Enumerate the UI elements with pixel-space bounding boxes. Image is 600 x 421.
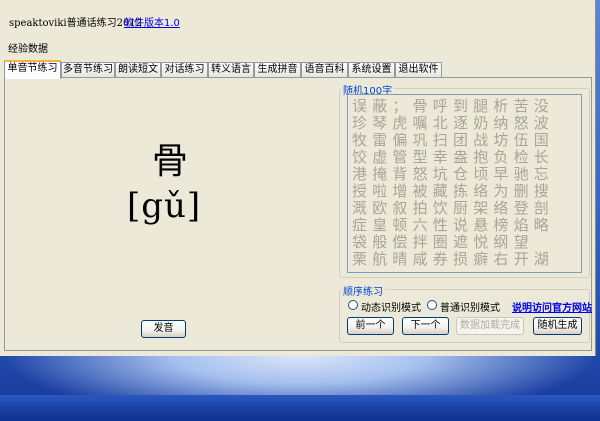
- speak-button[interactable]: 发音: [141, 320, 186, 338]
- menu-bar: 经验数据: [0, 34, 595, 56]
- version-link[interactable]: 软件版本1.0: [124, 14, 180, 29]
- character-row: 栗航晴咸券损癖右开湖: [352, 250, 555, 268]
- tab-strip: 单音节练习 多音节练习 朗读短文 对话练习 转义语言 生成拼音 语音百科 系统设…: [4, 60, 592, 79]
- random-generate-button[interactable]: 随机生成: [533, 317, 582, 335]
- previous-button[interactable]: 前一个: [347, 317, 394, 335]
- character-row: 珍琴虎嘱北逐奶纳怒波: [352, 114, 555, 132]
- tab-settings[interactable]: 系统设置: [348, 62, 395, 77]
- menu-item-experience-data[interactable]: 经验数据: [8, 40, 48, 55]
- character-row: 误蔽；骨呼到腿析苦没: [352, 97, 555, 115]
- next-button[interactable]: 下一个: [402, 317, 449, 335]
- tab-generate-pinyin[interactable]: 生成拼音: [254, 62, 301, 77]
- title-bar: speaktoviki普通话练习2012 软件版本1.0: [0, 0, 595, 34]
- tab-translate[interactable]: 转义语言: [208, 62, 254, 77]
- tab-read-aloud[interactable]: 朗读短文: [115, 62, 161, 77]
- practice-pinyin: [gǔ]: [127, 186, 202, 226]
- tab-multi-syllable[interactable]: 多音节练习: [61, 62, 115, 77]
- tab-dialogue[interactable]: 对话练习: [161, 62, 208, 77]
- normal-mode-label[interactable]: 普通识别模式: [440, 299, 500, 314]
- character-row: 症皇顿六性说悬榜焰略: [352, 216, 555, 234]
- main-window: speaktoviki普通话练习2012 软件版本1.0 经验数据 单音节练习 …: [0, 0, 596, 356]
- desktop-taskbar-area: [0, 395, 600, 421]
- official-site-link[interactable]: 说明访问官方网站: [512, 299, 592, 314]
- practice-character: 骨: [152, 141, 189, 182]
- order-practice-legend: 顺序练习: [341, 283, 385, 298]
- random-characters-box: 误蔽；骨呼到腿析苦没 珍琴虎嘱北逐奶纳怒波 牧雷偏巩扫团战坊伍国 饺虚管型幸盎抱…: [347, 94, 582, 273]
- character-row: 袋般偿拌圈遮悦纲望: [352, 233, 534, 251]
- character-row: 授啦增被藏拣络为删搜: [352, 182, 555, 200]
- tab-single-syllable[interactable]: 单音节练习: [4, 60, 61, 79]
- dynamic-mode-radio[interactable]: [348, 300, 358, 310]
- app-title: speaktoviki普通话练习2012: [9, 18, 143, 29]
- character-row: 溉欧叙拍饮厨架络登剖: [352, 199, 555, 217]
- normal-mode-radio[interactable]: [427, 300, 437, 310]
- character-row: 饺虚管型幸盎抱负检长: [352, 148, 555, 166]
- tab-exit[interactable]: 退出软件: [395, 62, 442, 77]
- character-row: 牧雷偏巩扫团战坊伍国: [352, 131, 555, 149]
- dynamic-mode-label[interactable]: 动态识别模式: [361, 299, 421, 314]
- character-row: 港掩背怒坑仓顷早驰忘: [352, 165, 555, 183]
- tab-encyclopedia[interactable]: 语音百科: [301, 62, 348, 77]
- data-loaded-button: 数据加载完成: [456, 317, 524, 335]
